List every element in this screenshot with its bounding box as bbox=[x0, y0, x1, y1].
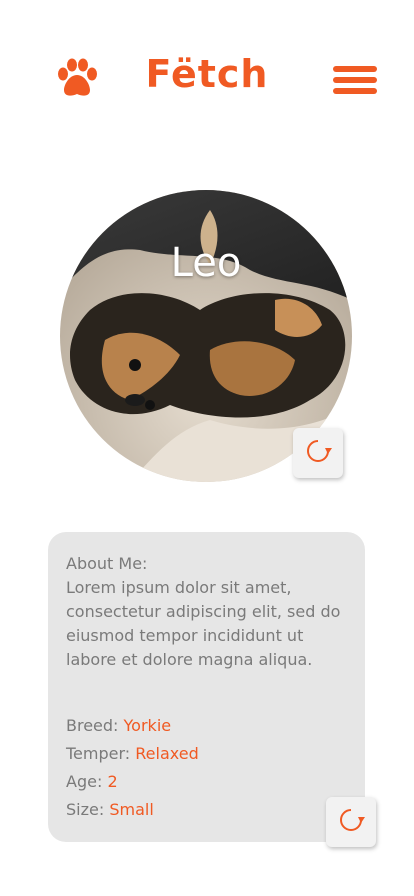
size-value: Small bbox=[109, 800, 154, 819]
refresh-photo-button[interactable] bbox=[293, 428, 343, 478]
menu-icon[interactable] bbox=[333, 66, 377, 94]
temper-value: Relaxed bbox=[135, 744, 199, 763]
age-value: 2 bbox=[107, 772, 118, 791]
temper-row: Temper: Relaxed bbox=[66, 744, 199, 764]
breed-row: Breed: Yorkie bbox=[66, 716, 171, 736]
refresh-about-button[interactable] bbox=[326, 797, 376, 847]
about-text: Lorem ipsum dolor sit amet, consectetur … bbox=[66, 578, 341, 669]
app-header: Fëtch bbox=[0, 0, 414, 160]
refresh-icon bbox=[334, 803, 368, 841]
temper-label: Temper: bbox=[66, 744, 131, 763]
size-row: Size: Small bbox=[66, 800, 154, 820]
age-label: Age: bbox=[66, 772, 103, 791]
breed-label: Breed: bbox=[66, 716, 119, 735]
pet-name: Leo bbox=[170, 240, 242, 286]
about-heading: About Me: bbox=[66, 554, 148, 573]
breed-value: Yorkie bbox=[123, 716, 172, 735]
age-row: Age: 2 bbox=[66, 772, 118, 792]
pet-photo-area: Leo bbox=[60, 190, 352, 482]
about-card: About Me: Lorem ipsum dolor sit amet, co… bbox=[48, 532, 365, 842]
size-label: Size: bbox=[66, 800, 105, 819]
refresh-icon bbox=[301, 434, 335, 472]
